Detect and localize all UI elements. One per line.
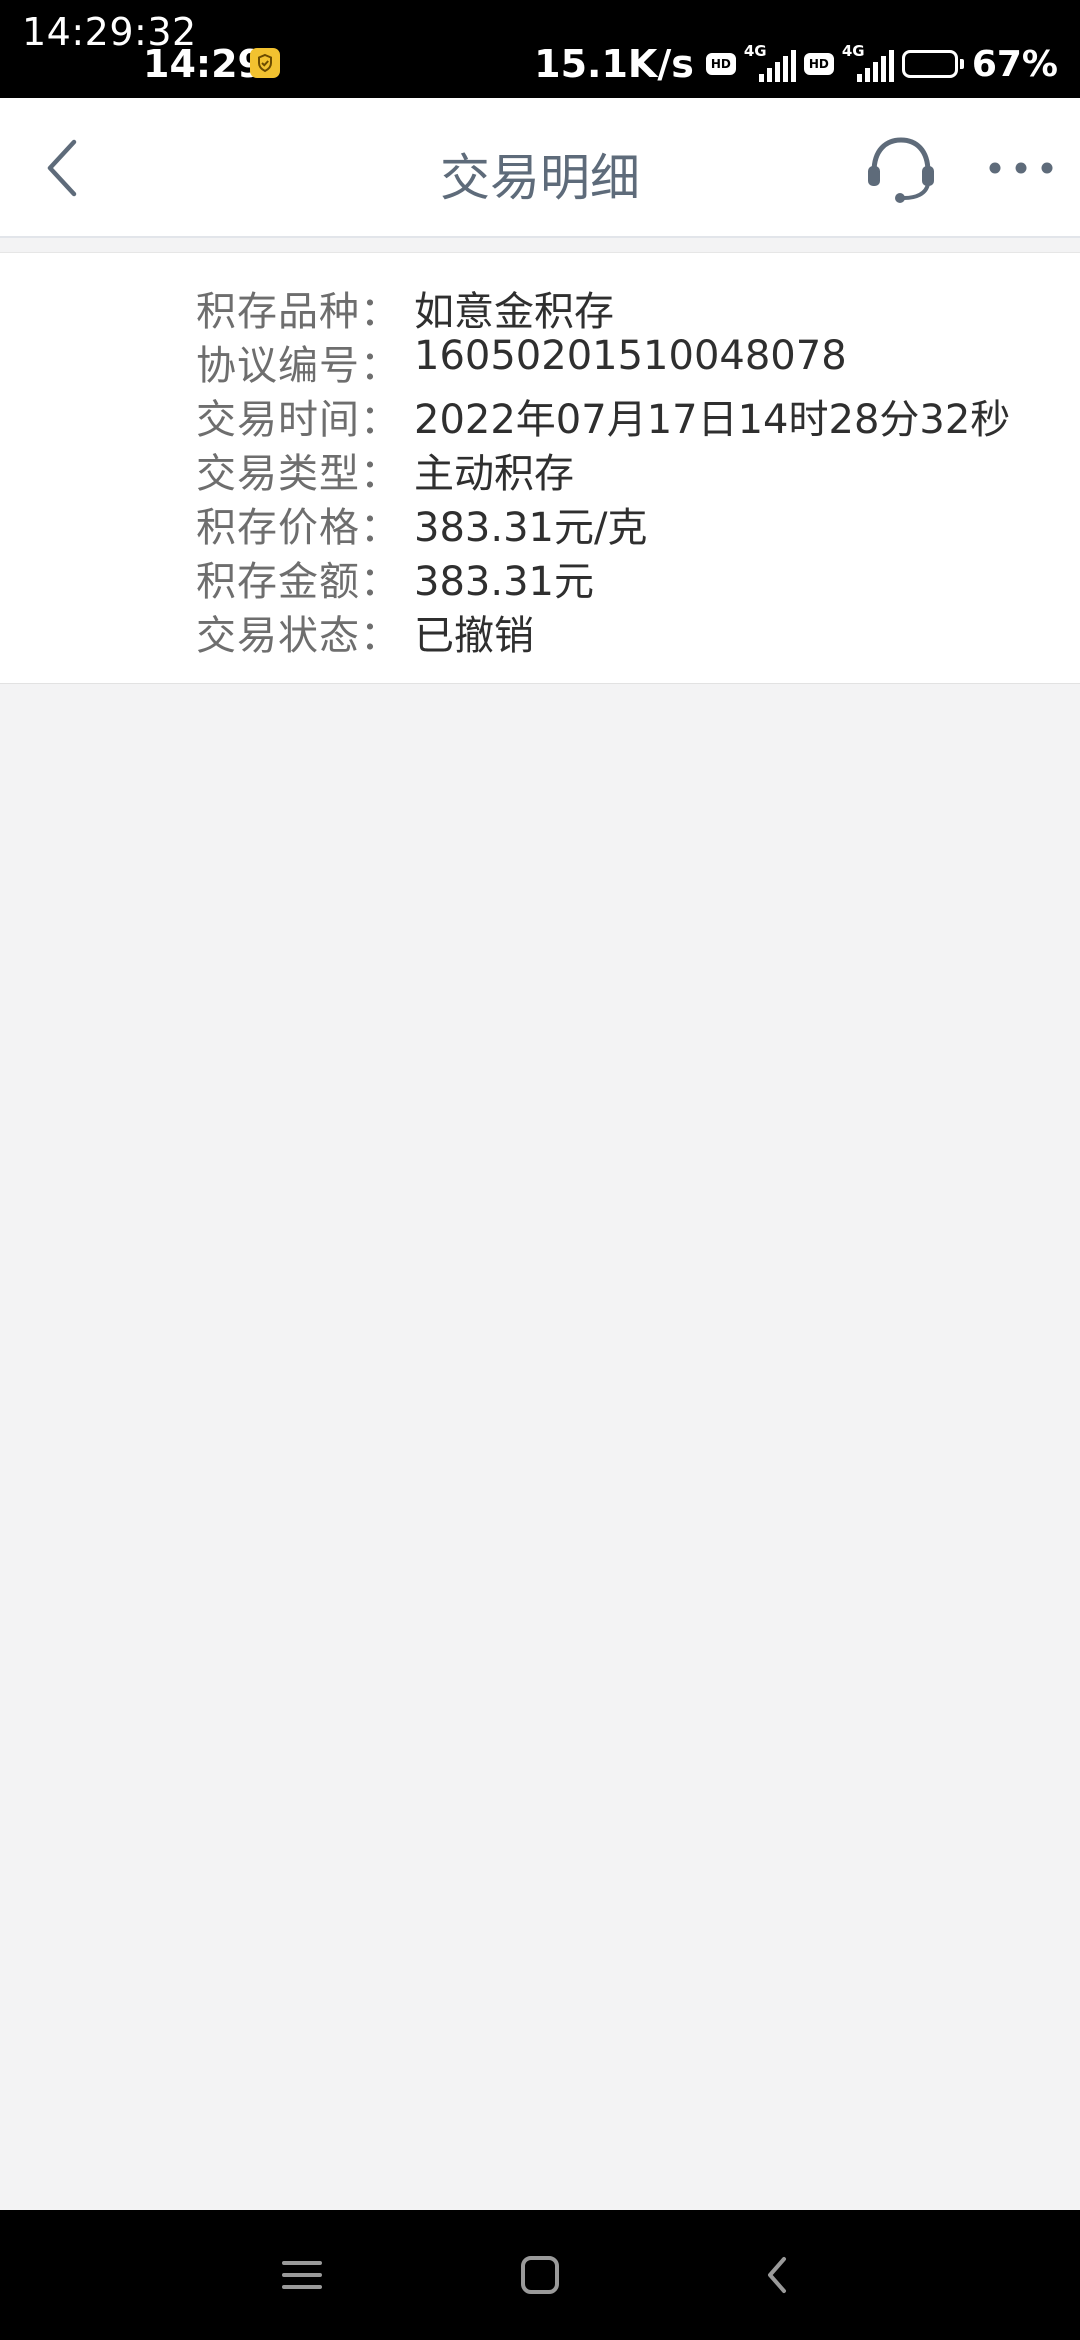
detail-row-transaction-type: 交易类型： 主动积存 (0, 441, 1080, 497)
status-bar: 14:29 14:29:32 15.1K/s HD 4G HD 4G 67% (0, 0, 1080, 98)
more-dots-icon (989, 162, 1053, 174)
detail-value: 2022年07月17日14时28分32秒 (414, 397, 1011, 443)
detail-value: 如意金积存 (414, 289, 614, 335)
detail-row-amount: 积存金额： 383.31元 (0, 549, 1080, 605)
network-speed: 15.1K/s (534, 42, 694, 86)
detail-value: 16050201510048078 (414, 333, 847, 379)
transaction-detail-card: 积存品种： 如意金积存 协议编号： 16050201510048078 交易时间… (0, 252, 1080, 684)
signal-icon-2: 4G (842, 42, 894, 84)
header-divider (0, 236, 1080, 238)
detail-row-agreement-number: 协议编号： 16050201510048078 (0, 333, 1080, 389)
detail-value: 383.31元 (414, 559, 594, 605)
battery-percent: 67% (971, 43, 1058, 85)
security-shield-icon (250, 48, 280, 78)
system-back-button[interactable] (748, 2245, 808, 2305)
status-indicators: 15.1K/s HD 4G HD 4G 67% (534, 42, 1058, 86)
detail-label: 协议编号： (196, 343, 401, 389)
detail-label: 交易状态： (196, 613, 401, 659)
detail-row-status: 交易状态： 已撤销 (0, 603, 1080, 659)
detail-value: 已撤销 (414, 613, 534, 659)
detail-row-price: 积存价格： 383.31元/克 (0, 495, 1080, 551)
detail-label: 积存品种： (196, 289, 401, 335)
customer-service-button[interactable] (862, 132, 940, 206)
signal-icon: 4G (744, 42, 796, 84)
menu-icon (282, 2261, 322, 2289)
more-options-button[interactable] (985, 138, 1057, 198)
battery-icon (901, 50, 964, 78)
hd-badge: HD (705, 53, 736, 75)
recent-apps-button[interactable] (272, 2245, 332, 2305)
chevron-left-icon (768, 2257, 786, 2293)
detail-label: 积存金额： (196, 559, 401, 605)
detail-value: 383.31元/克 (414, 505, 648, 551)
app-header: 交易明细 (0, 98, 1080, 236)
detail-row-transaction-time: 交易时间： 2022年07月17日14时28分32秒 (0, 387, 1080, 443)
square-icon (521, 2256, 559, 2294)
detail-row-product: 积存品种： 如意金积存 (0, 279, 1080, 335)
detail-label: 积存价格： (196, 505, 401, 551)
detail-value: 主动积存 (414, 451, 574, 497)
overlay-clock: 14:29:32 (22, 10, 197, 54)
hd-badge-2: HD (803, 53, 834, 75)
headset-icon (868, 137, 934, 203)
home-button[interactable] (510, 2245, 570, 2305)
detail-label: 交易时间： (196, 397, 401, 443)
system-nav-bar (0, 2210, 1080, 2340)
detail-label: 交易类型： (196, 451, 401, 497)
